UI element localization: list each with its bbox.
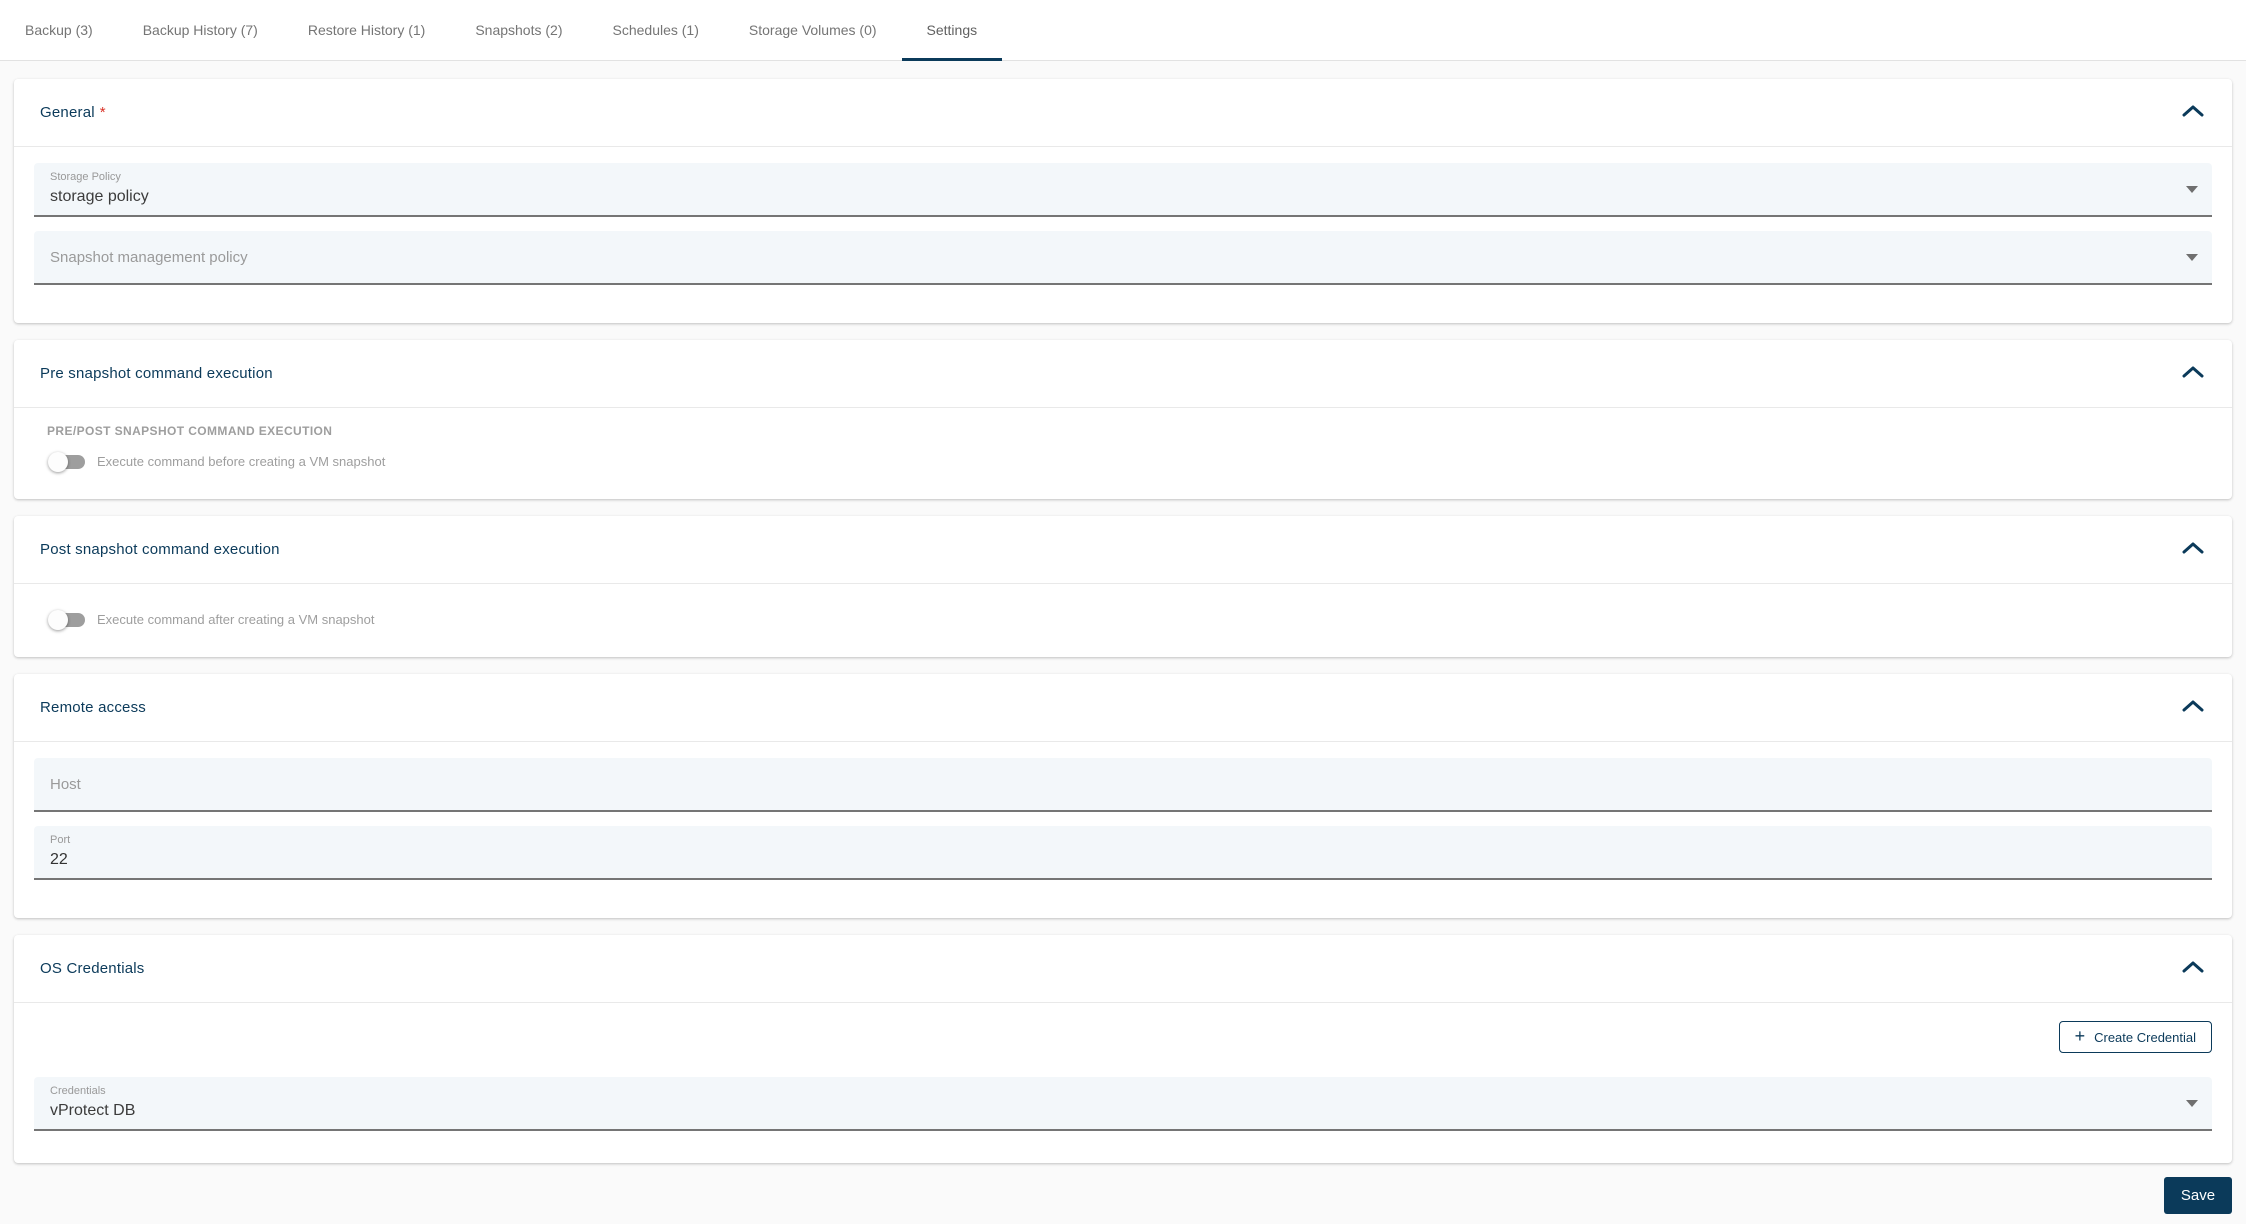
pre-command-toggle-row: Execute command before creating a VM sna… bbox=[48, 451, 2212, 472]
tab-storage-volumes[interactable]: Storage Volumes (0) bbox=[724, 0, 902, 60]
remote-access-section-body: Port bbox=[14, 742, 2232, 918]
snapshot-management-policy-placeholder: Snapshot management policy bbox=[50, 248, 248, 266]
host-input[interactable] bbox=[50, 758, 2196, 810]
tab-bar: Backup (3) Backup History (7) Restore Hi… bbox=[0, 0, 2246, 61]
post-snapshot-section-body: Execute command after creating a VM snap… bbox=[14, 584, 2232, 657]
pre-snapshot-section-title: Pre snapshot command execution bbox=[40, 365, 273, 382]
tab-snapshots[interactable]: Snapshots (2) bbox=[450, 0, 587, 60]
storage-policy-select[interactable]: Storage Policy storage policy bbox=[34, 163, 2212, 217]
pre-snapshot-section-body: PRE/POST SNAPSHOT COMMAND EXECUTION Exec… bbox=[14, 408, 2232, 499]
remote-access-collapse-button[interactable] bbox=[2180, 698, 2206, 717]
tab-restore-history[interactable]: Restore History (1) bbox=[283, 0, 450, 60]
post-snapshot-section-title: Post snapshot command execution bbox=[40, 541, 280, 558]
chevron-up-icon bbox=[2182, 700, 2204, 715]
snapshot-management-policy-select[interactable]: Snapshot management policy bbox=[34, 231, 2212, 285]
remote-access-section-title: Remote access bbox=[40, 699, 146, 716]
credentials-value: vProtect DB bbox=[50, 1102, 136, 1119]
post-snapshot-collapse-button[interactable] bbox=[2180, 540, 2206, 559]
post-command-toggle-label: Execute command after creating a VM snap… bbox=[97, 612, 375, 627]
os-credentials-collapse-button[interactable] bbox=[2180, 959, 2206, 978]
create-credential-label: Create Credential bbox=[2094, 1029, 2196, 1045]
general-section-body: Storage Policy storage policy Snapshot m… bbox=[14, 147, 2232, 323]
dropdown-arrow-icon bbox=[2186, 186, 2198, 193]
settings-page: General * Storage Policy storage policy S… bbox=[0, 61, 2246, 1163]
storage-policy-label: Storage Policy bbox=[50, 171, 121, 183]
pre-snapshot-section-header: Pre snapshot command execution bbox=[14, 340, 2232, 408]
storage-policy-value: storage policy bbox=[50, 188, 149, 205]
pre-command-toggle-label: Execute command before creating a VM sna… bbox=[97, 454, 386, 469]
port-input[interactable] bbox=[50, 849, 2196, 871]
dropdown-arrow-icon bbox=[2186, 254, 2198, 261]
credentials-select[interactable]: Credentials vProtect DB bbox=[34, 1077, 2212, 1131]
post-snapshot-section-header: Post snapshot command execution bbox=[14, 516, 2232, 584]
pre-command-toggle[interactable] bbox=[48, 451, 85, 472]
general-section-card: General * Storage Policy storage policy S… bbox=[14, 79, 2232, 323]
credentials-label: Credentials bbox=[50, 1085, 106, 1097]
os-credentials-section-header: OS Credentials bbox=[14, 935, 2232, 1003]
os-credentials-section-body: + Create Credential Credentials vProtect… bbox=[14, 1003, 2232, 1163]
tab-backup[interactable]: Backup (3) bbox=[0, 0, 118, 60]
dropdown-arrow-icon bbox=[2186, 1100, 2198, 1107]
general-section-title: General * bbox=[40, 103, 106, 121]
toggle-thumb bbox=[48, 609, 68, 630]
toggle-thumb bbox=[48, 451, 68, 472]
chevron-up-icon bbox=[2182, 542, 2204, 557]
pre-post-command-group-label: PRE/POST SNAPSHOT COMMAND EXECUTION bbox=[47, 424, 333, 438]
required-asterisk: * bbox=[99, 103, 106, 121]
pre-snapshot-section-card: Pre snapshot command execution PRE/POST … bbox=[14, 340, 2232, 499]
pre-snapshot-collapse-button[interactable] bbox=[2180, 364, 2206, 383]
tab-settings[interactable]: Settings bbox=[901, 0, 1003, 61]
os-credentials-section-card: OS Credentials + Create Credential Crede… bbox=[14, 935, 2232, 1163]
tab-schedules[interactable]: Schedules (1) bbox=[588, 0, 724, 60]
host-field[interactable] bbox=[34, 758, 2212, 812]
port-field[interactable]: Port bbox=[34, 826, 2212, 880]
post-snapshot-section-card: Post snapshot command execution Execute … bbox=[14, 516, 2232, 657]
port-label: Port bbox=[50, 834, 71, 846]
chevron-up-icon bbox=[2182, 961, 2204, 976]
remote-access-section-header: Remote access bbox=[14, 674, 2232, 742]
os-credentials-section-title: OS Credentials bbox=[40, 960, 145, 977]
save-button[interactable]: Save bbox=[2164, 1177, 2232, 1214]
post-command-toggle[interactable] bbox=[48, 609, 85, 630]
general-section-header: General * bbox=[14, 79, 2232, 147]
general-collapse-button[interactable] bbox=[2180, 103, 2206, 122]
post-command-toggle-row: Execute command after creating a VM snap… bbox=[48, 609, 2212, 630]
create-credential-button[interactable]: + Create Credential bbox=[2058, 1021, 2212, 1053]
chevron-up-icon bbox=[2182, 105, 2204, 120]
tab-backup-history[interactable]: Backup History (7) bbox=[118, 0, 283, 60]
create-credential-row: + Create Credential bbox=[34, 1021, 2212, 1053]
remote-access-section-card: Remote access Port bbox=[14, 674, 2232, 918]
chevron-up-icon bbox=[2182, 366, 2204, 381]
footer-actions: Save bbox=[0, 1177, 2246, 1224]
plus-icon: + bbox=[2074, 1026, 2086, 1046]
